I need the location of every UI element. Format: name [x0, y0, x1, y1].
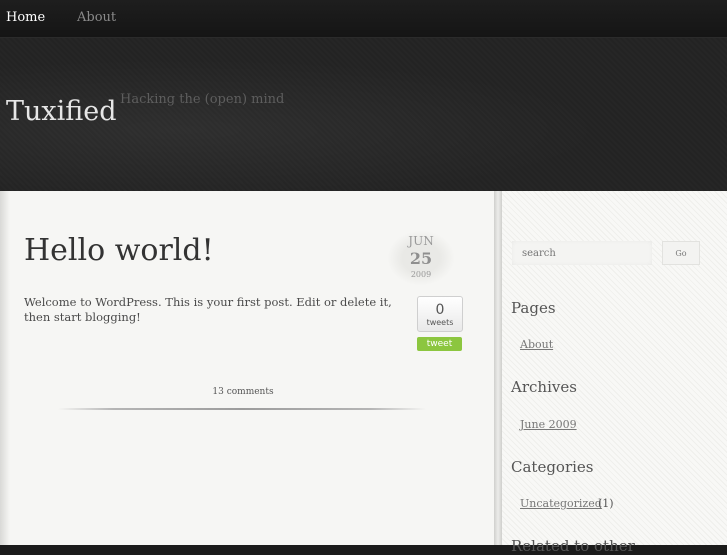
nav-home-link[interactable]: Home [6, 10, 45, 25]
tweet-count-label: tweets [426, 318, 454, 327]
categories-widget-title: Categories [511, 458, 594, 476]
archives-widget-title: Archives [511, 378, 577, 396]
sidebar: Go Pages About Archives June 2009 Catego… [502, 191, 727, 555]
pages-widget-title: Pages [511, 299, 556, 317]
post-date-day: 25 [409, 249, 433, 268]
category-count: (1) [598, 497, 614, 510]
site-header: Tuxified Hacking the (open) mind [0, 38, 727, 191]
pages-link-about[interactable]: About [520, 338, 553, 351]
comments-link[interactable]: 13 comments [0, 387, 486, 397]
post-date-year: 2009 [410, 270, 432, 279]
site-title[interactable]: Tuxified [6, 96, 117, 127]
post-body: Welcome to WordPress. This is your first… [24, 295, 392, 324]
tweet-counter: 0 tweets [417, 296, 463, 332]
archives-link-june-2009[interactable]: June 2009 [520, 418, 577, 431]
nav-about-link[interactable]: About [77, 10, 116, 25]
site-tagline: Hacking the (open) mind [120, 92, 285, 107]
tweet-count: 0 [435, 302, 445, 318]
post-separator [58, 408, 426, 410]
main-content: Hello world! JUN 25 2009 Welcome to Word… [0, 191, 497, 545]
post-date-badge: JUN 25 2009 [388, 231, 454, 285]
top-navigation: Home About [0, 0, 727, 38]
category-link-uncategorized[interactable]: Uncategorized [520, 497, 602, 510]
tweet-button[interactable]: tweet [417, 337, 462, 351]
related-widget-title: Related to other [511, 537, 635, 555]
search-go-button[interactable]: Go [662, 241, 700, 265]
content-sidebar-divider [494, 191, 502, 545]
post-title[interactable]: Hello world! [24, 233, 214, 268]
search-input[interactable] [512, 241, 652, 265]
post-date-month: JUN [408, 234, 434, 248]
